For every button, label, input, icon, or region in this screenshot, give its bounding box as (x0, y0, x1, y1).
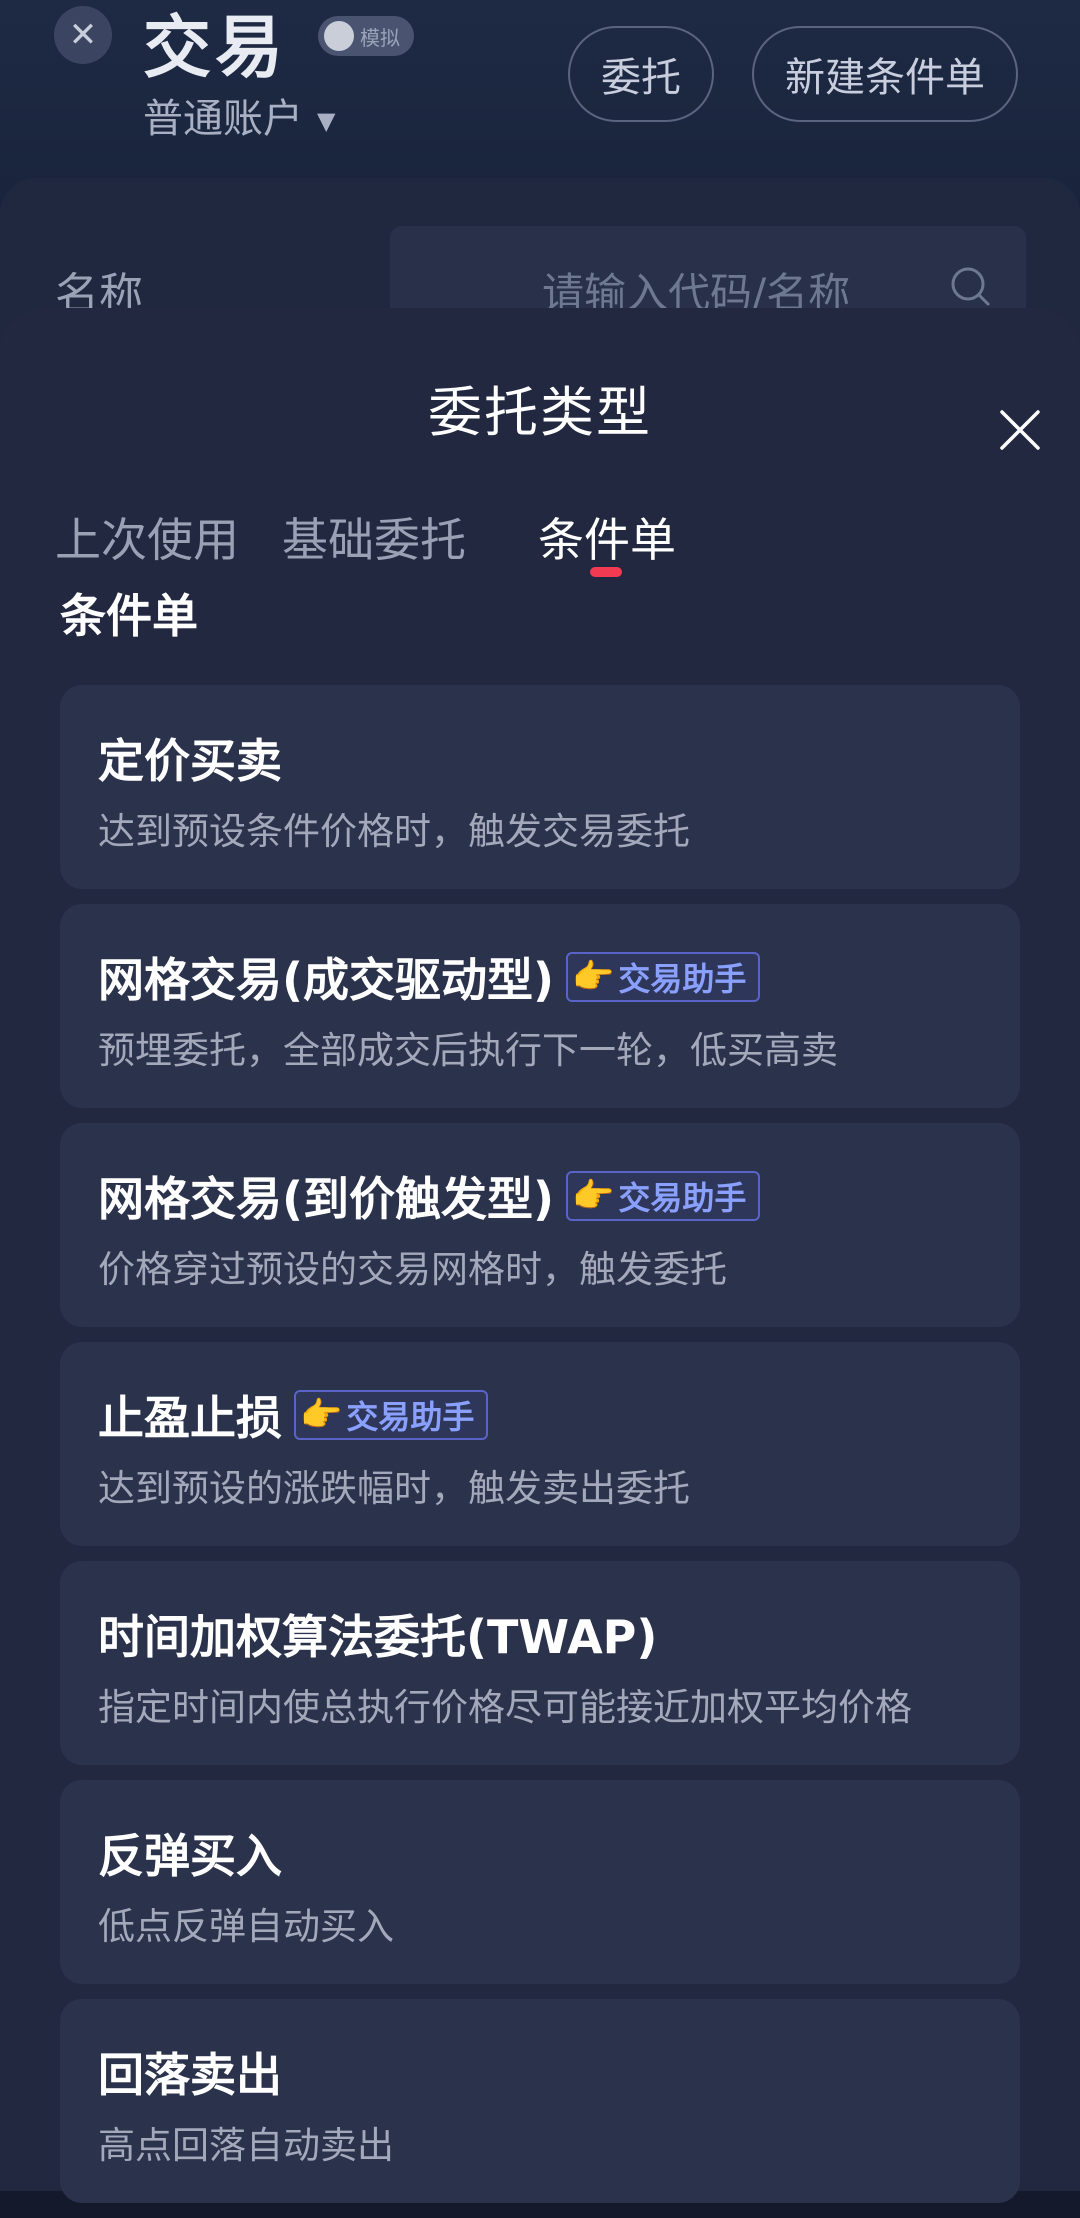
trade-assistant-badge: 👉 交易助手 (566, 952, 761, 1002)
badge-label: 交易助手 (346, 1398, 475, 1436)
pointing-hand-icon: 👉 (300, 1395, 343, 1435)
pointing-hand-icon: 👉 (572, 1176, 615, 1216)
tab-last-used[interactable]: 上次使用 (55, 504, 239, 570)
toggle-label: 模拟 (360, 25, 400, 50)
item-title: 反弹买入 (98, 1820, 282, 1886)
tab-condition-order[interactable]: 条件单 (538, 504, 676, 570)
list-item[interactable]: 回落卖出 高点回落自动卖出 (60, 1999, 1020, 2203)
item-title: 网格交易(成交驱动型) 👉 交易助手 (98, 944, 761, 1010)
item-description: 达到预设的涨跌幅时，触发卖出委托 (98, 1467, 690, 1510)
list-item[interactable]: 定价买卖 达到预设条件价格时，触发交易委托 (60, 685, 1020, 889)
close-icon[interactable] (996, 406, 1044, 454)
trade-assistant-badge: 👉 交易助手 (294, 1390, 489, 1440)
pointing-hand-icon: 👉 (572, 957, 615, 997)
account-selector[interactable]: 普通账户 ▼ (143, 86, 335, 144)
simulation-toggle[interactable]: 模拟 (318, 16, 414, 56)
item-title: 止盈止损 👉 交易助手 (98, 1382, 489, 1448)
search-icon (951, 267, 990, 306)
item-title-text: 定价买卖 (98, 734, 282, 788)
list-item[interactable]: 网格交易(到价触发型) 👉 交易助手 价格穿过预设的交易网格时，触发委托 (60, 1123, 1020, 1327)
item-description: 达到预设条件价格时，触发交易委托 (98, 810, 690, 853)
trade-assistant-badge: 👉 交易助手 (566, 1171, 761, 1221)
order-type-sheet: 委托类型 上次使用 基础委托 条件单 条件单 定价买卖 达到预设条件价格时，触发… (0, 308, 1080, 2203)
badge-label: 交易助手 (618, 960, 747, 998)
item-title: 回落卖出 (98, 2039, 282, 2105)
item-title: 时间加权算法委托(TWAP) (98, 1601, 657, 1667)
close-icon[interactable]: ✕ (54, 6, 112, 64)
account-label: 普通账户 (143, 96, 303, 142)
list-item[interactable]: 反弹买入 低点反弹自动买入 (60, 1780, 1020, 1984)
order-type-list: 定价买卖 达到预设条件价格时，触发交易委托 网格交易(成交驱动型) 👉 交易助手… (60, 685, 1020, 2218)
tab-bar: 上次使用 基础委托 条件单 (0, 504, 1080, 584)
item-title: 定价买卖 (98, 725, 282, 791)
page-title: 交易 (143, 9, 288, 88)
list-item[interactable]: 时间加权算法委托(TWAP) 指定时间内使总执行价格尽可能接近加权平均价格 (60, 1561, 1020, 1765)
toggle-knob (324, 21, 354, 51)
item-title-text: 回落卖出 (98, 2048, 282, 2102)
item-description: 预埋委托，全部成交后执行下一轮，低买高卖 (98, 1029, 838, 1072)
list-item[interactable]: 止盈止损 👉 交易助手 达到预设的涨跌幅时，触发卖出委托 (60, 1342, 1020, 1546)
item-description: 低点反弹自动买入 (98, 1905, 394, 1948)
item-title-text: 止盈止损 (98, 1391, 282, 1445)
new-condition-order-button[interactable]: 新建条件单 (752, 26, 1018, 122)
item-description: 价格穿过预设的交易网格时，触发委托 (98, 1248, 727, 1291)
list-item[interactable]: 网格交易(成交驱动型) 👉 交易助手 预埋委托，全部成交后执行下一轮，低买高卖 (60, 904, 1020, 1108)
tab-basic-order[interactable]: 基础委托 (282, 504, 466, 570)
item-title: 网格交易(到价触发型) 👉 交易助手 (98, 1163, 761, 1229)
sheet-title: 委托类型 (428, 381, 652, 444)
item-title-text: 网格交易(到价触发型) (98, 1172, 555, 1226)
tab-active-indicator (590, 567, 622, 577)
item-title-text: 网格交易(成交驱动型) (98, 953, 555, 1007)
item-title-text: 反弹买入 (98, 1829, 282, 1883)
order-button[interactable]: 委托 (568, 26, 714, 122)
section-title: 条件单 (60, 589, 198, 643)
item-title-text: 时间加权算法委托(TWAP) (98, 1610, 658, 1664)
caret-down-icon: ▼ (317, 107, 336, 135)
badge-label: 交易助手 (618, 1179, 747, 1217)
item-description: 高点回落自动卖出 (98, 2124, 394, 2167)
item-description: 指定时间内使总执行价格尽可能接近加权平均价格 (98, 1686, 912, 1729)
